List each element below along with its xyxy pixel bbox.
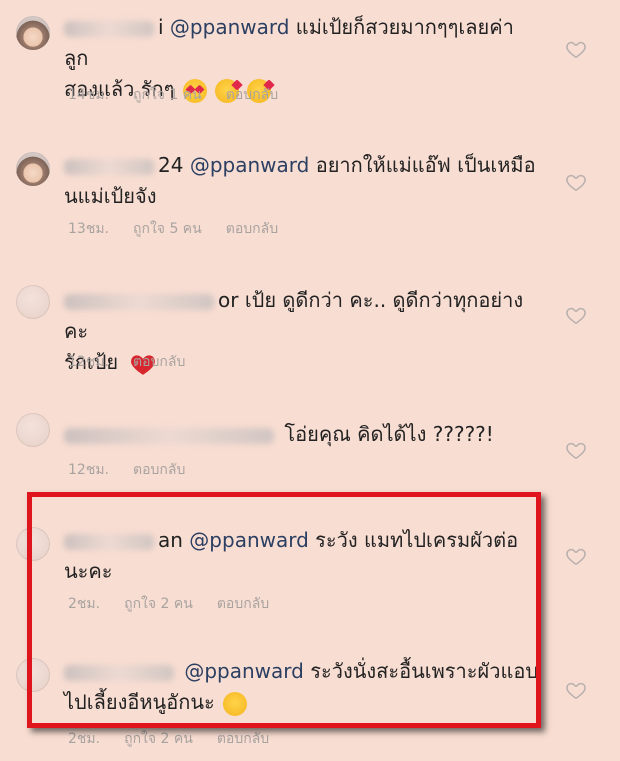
timestamp: 14ชม. — [68, 87, 109, 103]
comment-line-2: ไปเลี้ยงอีหนูอักนะ — [64, 690, 215, 714]
comment-meta: 14ชม. ถูกใจ 1 คน ตอบกลับ — [68, 84, 278, 106]
comment-text: an @ppanward ระวัง แมทไปเครมผัวต่อ นะคะ — [64, 525, 544, 587]
timestamp: 13ชม. — [68, 221, 109, 237]
comments-feed: i @ppanward แม่เป้ยก็สวยมากๆๆเลยค่า ลูก … — [0, 0, 620, 761]
username-blurred — [64, 158, 154, 175]
timestamp: 12ชม. — [68, 354, 109, 370]
reply-button[interactable]: ตอบกลับ — [133, 351, 185, 373]
username-blurred — [64, 533, 154, 550]
comment-meta: 2ชม. ถูกใจ 2 คน ตอบกลับ — [68, 728, 269, 750]
username-blurred — [64, 427, 274, 444]
avatar[interactable] — [16, 16, 50, 50]
avatar[interactable] — [16, 527, 50, 561]
reply-button[interactable]: ตอบกลับ — [226, 84, 278, 106]
like-count[interactable]: ถูกใจ 1 คน — [133, 84, 202, 106]
heart-outline-icon[interactable] — [565, 545, 587, 567]
comment-text: 24 @ppanward อยากให้แม่แอ๊ฟ เป็นเหมือ นแ… — [64, 150, 544, 212]
comment-line-1: โอ่ยคุณ คิดได้ไง ?????! — [284, 422, 494, 446]
timestamp: 2ชม. — [68, 731, 101, 747]
avatar[interactable] — [16, 413, 50, 447]
heart-outline-icon[interactable] — [565, 439, 587, 461]
avatar[interactable] — [16, 658, 50, 692]
comment-line-1: ระวัง แมทไปเครมผัวต่อ — [315, 528, 519, 552]
comment-line-1: ระวังนั่งสะอื้นเพราะผัวแอบ — [310, 659, 539, 683]
avatar[interactable] — [16, 285, 50, 319]
heart-outline-icon[interactable] — [565, 304, 587, 326]
username[interactable]: 24 — [158, 153, 183, 177]
username[interactable]: an — [158, 528, 183, 552]
avatar[interactable] — [16, 152, 50, 186]
username[interactable]: or — [218, 288, 238, 312]
username-blurred — [64, 293, 214, 310]
heart-outline-icon[interactable] — [565, 679, 587, 701]
comment-text: โอ่ยคุณ คิดได้ไง ?????! — [64, 419, 544, 450]
comment-line-2: นแม่เป้ยจัง — [64, 184, 157, 208]
heart-outline-icon[interactable] — [565, 171, 587, 193]
comment-line-2: นะคะ — [64, 559, 113, 583]
heart-outline-icon[interactable] — [565, 38, 587, 60]
mention-link[interactable]: @ppanward — [170, 15, 290, 39]
mention-link[interactable]: @ppanward — [184, 659, 304, 683]
like-count[interactable]: ถูกใจ 2 คน — [124, 728, 193, 750]
hugging-emoji — [223, 691, 248, 716]
like-count[interactable]: ถูกใจ 5 คน — [133, 218, 202, 240]
comment-meta: 2ชม. ถูกใจ 2 คน ตอบกลับ — [68, 593, 269, 615]
like-count[interactable]: ถูกใจ 2 คน — [124, 593, 193, 615]
username-blurred — [64, 664, 174, 681]
reply-button[interactable]: ตอบกลับ — [217, 728, 269, 750]
timestamp: 2ชม. — [68, 596, 101, 612]
mention-link[interactable]: @ppanward — [189, 528, 309, 552]
reply-button[interactable]: ตอบกลับ — [226, 218, 278, 240]
comment-meta: 13ชม. ถูกใจ 5 คน ตอบกลับ — [68, 218, 278, 240]
comment-meta: 12ชม. ตอบกลับ — [68, 351, 185, 373]
mention-link[interactable]: @ppanward — [190, 153, 310, 177]
username[interactable]: i — [158, 15, 164, 39]
reply-button[interactable]: ตอบกลับ — [217, 593, 269, 615]
comment-text: @ppanward ระวังนั่งสะอื้นเพราะผัวแอบ ไปเ… — [64, 656, 544, 718]
reply-button[interactable]: ตอบกลับ — [133, 459, 185, 481]
comment-meta: 12ชม. ตอบกลับ — [68, 459, 185, 481]
comment-line-1: อยากให้แม่แอ๊ฟ เป็นเหมือ — [315, 153, 536, 177]
timestamp: 12ชม. — [68, 462, 109, 478]
username-blurred — [64, 20, 154, 37]
